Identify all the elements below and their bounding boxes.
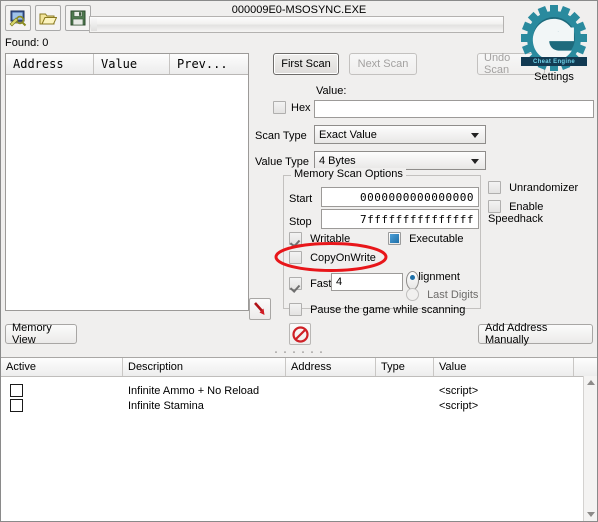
start-address-input[interactable]: 0000000000000000 (321, 187, 479, 207)
memory-scan-options-title: Memory Scan Options (291, 168, 406, 180)
last-digits-radio[interactable] (406, 288, 419, 301)
copyonwrite-label: CopyOnWrite (310, 251, 376, 264)
scroll-down-button[interactable] (584, 508, 597, 521)
chevron-down-icon (471, 159, 479, 164)
cheat-table: Active Description Address Type Value In… (1, 357, 597, 521)
fast-scan-value-input[interactable]: 4 (331, 273, 403, 291)
stop-label: Stop (289, 216, 312, 228)
logo-banner-text: Cheat Engine (521, 57, 587, 66)
results-column-value[interactable]: Value (94, 54, 170, 74)
scan-type-select[interactable]: Exact Value (314, 125, 486, 144)
cheat-column-active[interactable]: Active (1, 358, 123, 376)
last-digits-radio-row[interactable]: Last Digits (406, 288, 478, 301)
row-description-cell[interactable]: Infinite Ammo + No Reload (123, 383, 286, 398)
cheat-engine-logo[interactable]: Cheat Engine (517, 5, 591, 81)
cheat-table-scrollbar[interactable] (583, 376, 597, 521)
row-active-checkbox[interactable] (10, 384, 23, 397)
hex-checkbox-row[interactable]: Hex (273, 101, 311, 114)
speedhack-checkbox-row[interactable]: Enable Speedhack (488, 200, 597, 225)
cheat-column-description[interactable]: Description (123, 358, 286, 376)
value-label: Value: (316, 85, 347, 97)
results-column-address[interactable]: Address (6, 54, 94, 74)
triangle-up-icon (586, 380, 595, 385)
last-digits-label: Last Digits (427, 288, 479, 301)
splitter-grip: ・・・・・・ (272, 348, 326, 357)
row-address-cell[interactable] (286, 383, 376, 398)
stop-scan-button[interactable] (289, 323, 311, 345)
speedhack-checkbox[interactable] (488, 200, 501, 213)
row-description-cell[interactable]: Infinite Stamina (123, 398, 286, 413)
window-title: 000009E0-MSOSYNC.EXE (231, 4, 367, 16)
next-scan-button[interactable]: Next Scan (349, 53, 417, 75)
cheat-column-value[interactable]: Value (434, 358, 574, 376)
found-count-label: Found: 0 (5, 37, 49, 49)
alignment-radio-row[interactable]: Alignment (406, 271, 460, 290)
executable-checkbox-row[interactable]: Executable (388, 232, 464, 245)
chevron-down-icon (471, 133, 479, 138)
copyonwrite-checkbox[interactable] (289, 251, 302, 264)
table-row[interactable]: Infinite Stamina <script> (1, 398, 597, 413)
cheat-engine-window: 000009E0-MSOSYNC.EXE Found: 0 Address Va… (0, 0, 598, 522)
unrandomizer-label: Unrandomizer (509, 181, 579, 194)
stop-address-input[interactable]: 7fffffffffffffff (321, 209, 479, 229)
unrandomizer-checkbox[interactable] (488, 181, 501, 194)
row-type-cell[interactable] (376, 383, 434, 398)
pause-game-label: Pause the game while scanning (310, 303, 466, 316)
triangle-down-icon (586, 512, 595, 517)
hex-label: Hex (291, 101, 311, 114)
cheat-table-header: Active Description Address Type Value (1, 358, 597, 377)
table-row[interactable]: Infinite Ammo + No Reload <script> (1, 383, 597, 398)
scanner-panel: 000009E0-MSOSYNC.EXE Found: 0 Address Va… (1, 1, 597, 359)
writable-label: Writable (310, 232, 351, 245)
first-scan-button[interactable]: First Scan (273, 53, 339, 75)
results-header: Address Value Prev... (6, 54, 248, 75)
executable-label: Executable (409, 232, 464, 245)
value-type-value: 4 Bytes (319, 154, 356, 167)
row-active-cell[interactable] (1, 383, 123, 398)
pause-game-checkbox[interactable] (289, 303, 302, 316)
pointer-scan-button[interactable] (249, 298, 271, 320)
row-address-cell[interactable] (286, 398, 376, 413)
scan-value-input[interactable] (314, 100, 594, 118)
scan-results-list[interactable]: Address Value Prev... (5, 53, 249, 311)
panel-splitter[interactable]: ・・・・・・ (1, 348, 597, 357)
row-active-checkbox[interactable] (10, 399, 23, 412)
add-address-manually-button[interactable]: Add Address Manually (478, 322, 593, 346)
stop-prohibition-icon (291, 325, 309, 343)
fast-scan-checkbox[interactable] (289, 277, 302, 290)
value-type-label: Value Type (255, 156, 310, 168)
results-column-previous[interactable]: Prev... (170, 54, 248, 74)
scroll-up-button[interactable] (584, 376, 597, 389)
executable-checkbox[interactable] (388, 232, 401, 245)
unrandomizer-checkbox-row[interactable]: Unrandomizer (488, 181, 578, 194)
row-value-cell[interactable]: <script> (434, 398, 574, 413)
start-label: Start (289, 193, 313, 205)
scan-type-value: Exact Value (319, 128, 377, 141)
row-active-cell[interactable] (1, 398, 123, 413)
pause-game-checkbox-row[interactable]: Pause the game while scanning (289, 303, 465, 316)
hex-checkbox[interactable] (273, 101, 286, 114)
scan-button-row: First Scan Next Scan Undo Scan (273, 52, 545, 76)
row-type-cell[interactable] (376, 398, 434, 413)
settings-label[interactable]: Settings (517, 71, 591, 83)
cheat-column-type[interactable]: Type (376, 358, 434, 376)
copyonwrite-checkbox-row[interactable]: CopyOnWrite (289, 251, 376, 264)
scan-progress-bar (89, 16, 504, 33)
row-value-cell[interactable]: <script> (434, 383, 574, 398)
scan-type-label: Scan Type (255, 130, 307, 142)
writable-checkbox-row[interactable]: Writable (289, 232, 350, 245)
memory-view-button[interactable]: Memory View (5, 322, 77, 346)
red-arrow-pointer-icon (254, 302, 265, 315)
cheat-column-address[interactable]: Address (286, 358, 376, 376)
writable-checkbox[interactable] (289, 232, 302, 245)
cheat-table-body: Infinite Ammo + No Reload <script> Infin… (1, 377, 597, 413)
